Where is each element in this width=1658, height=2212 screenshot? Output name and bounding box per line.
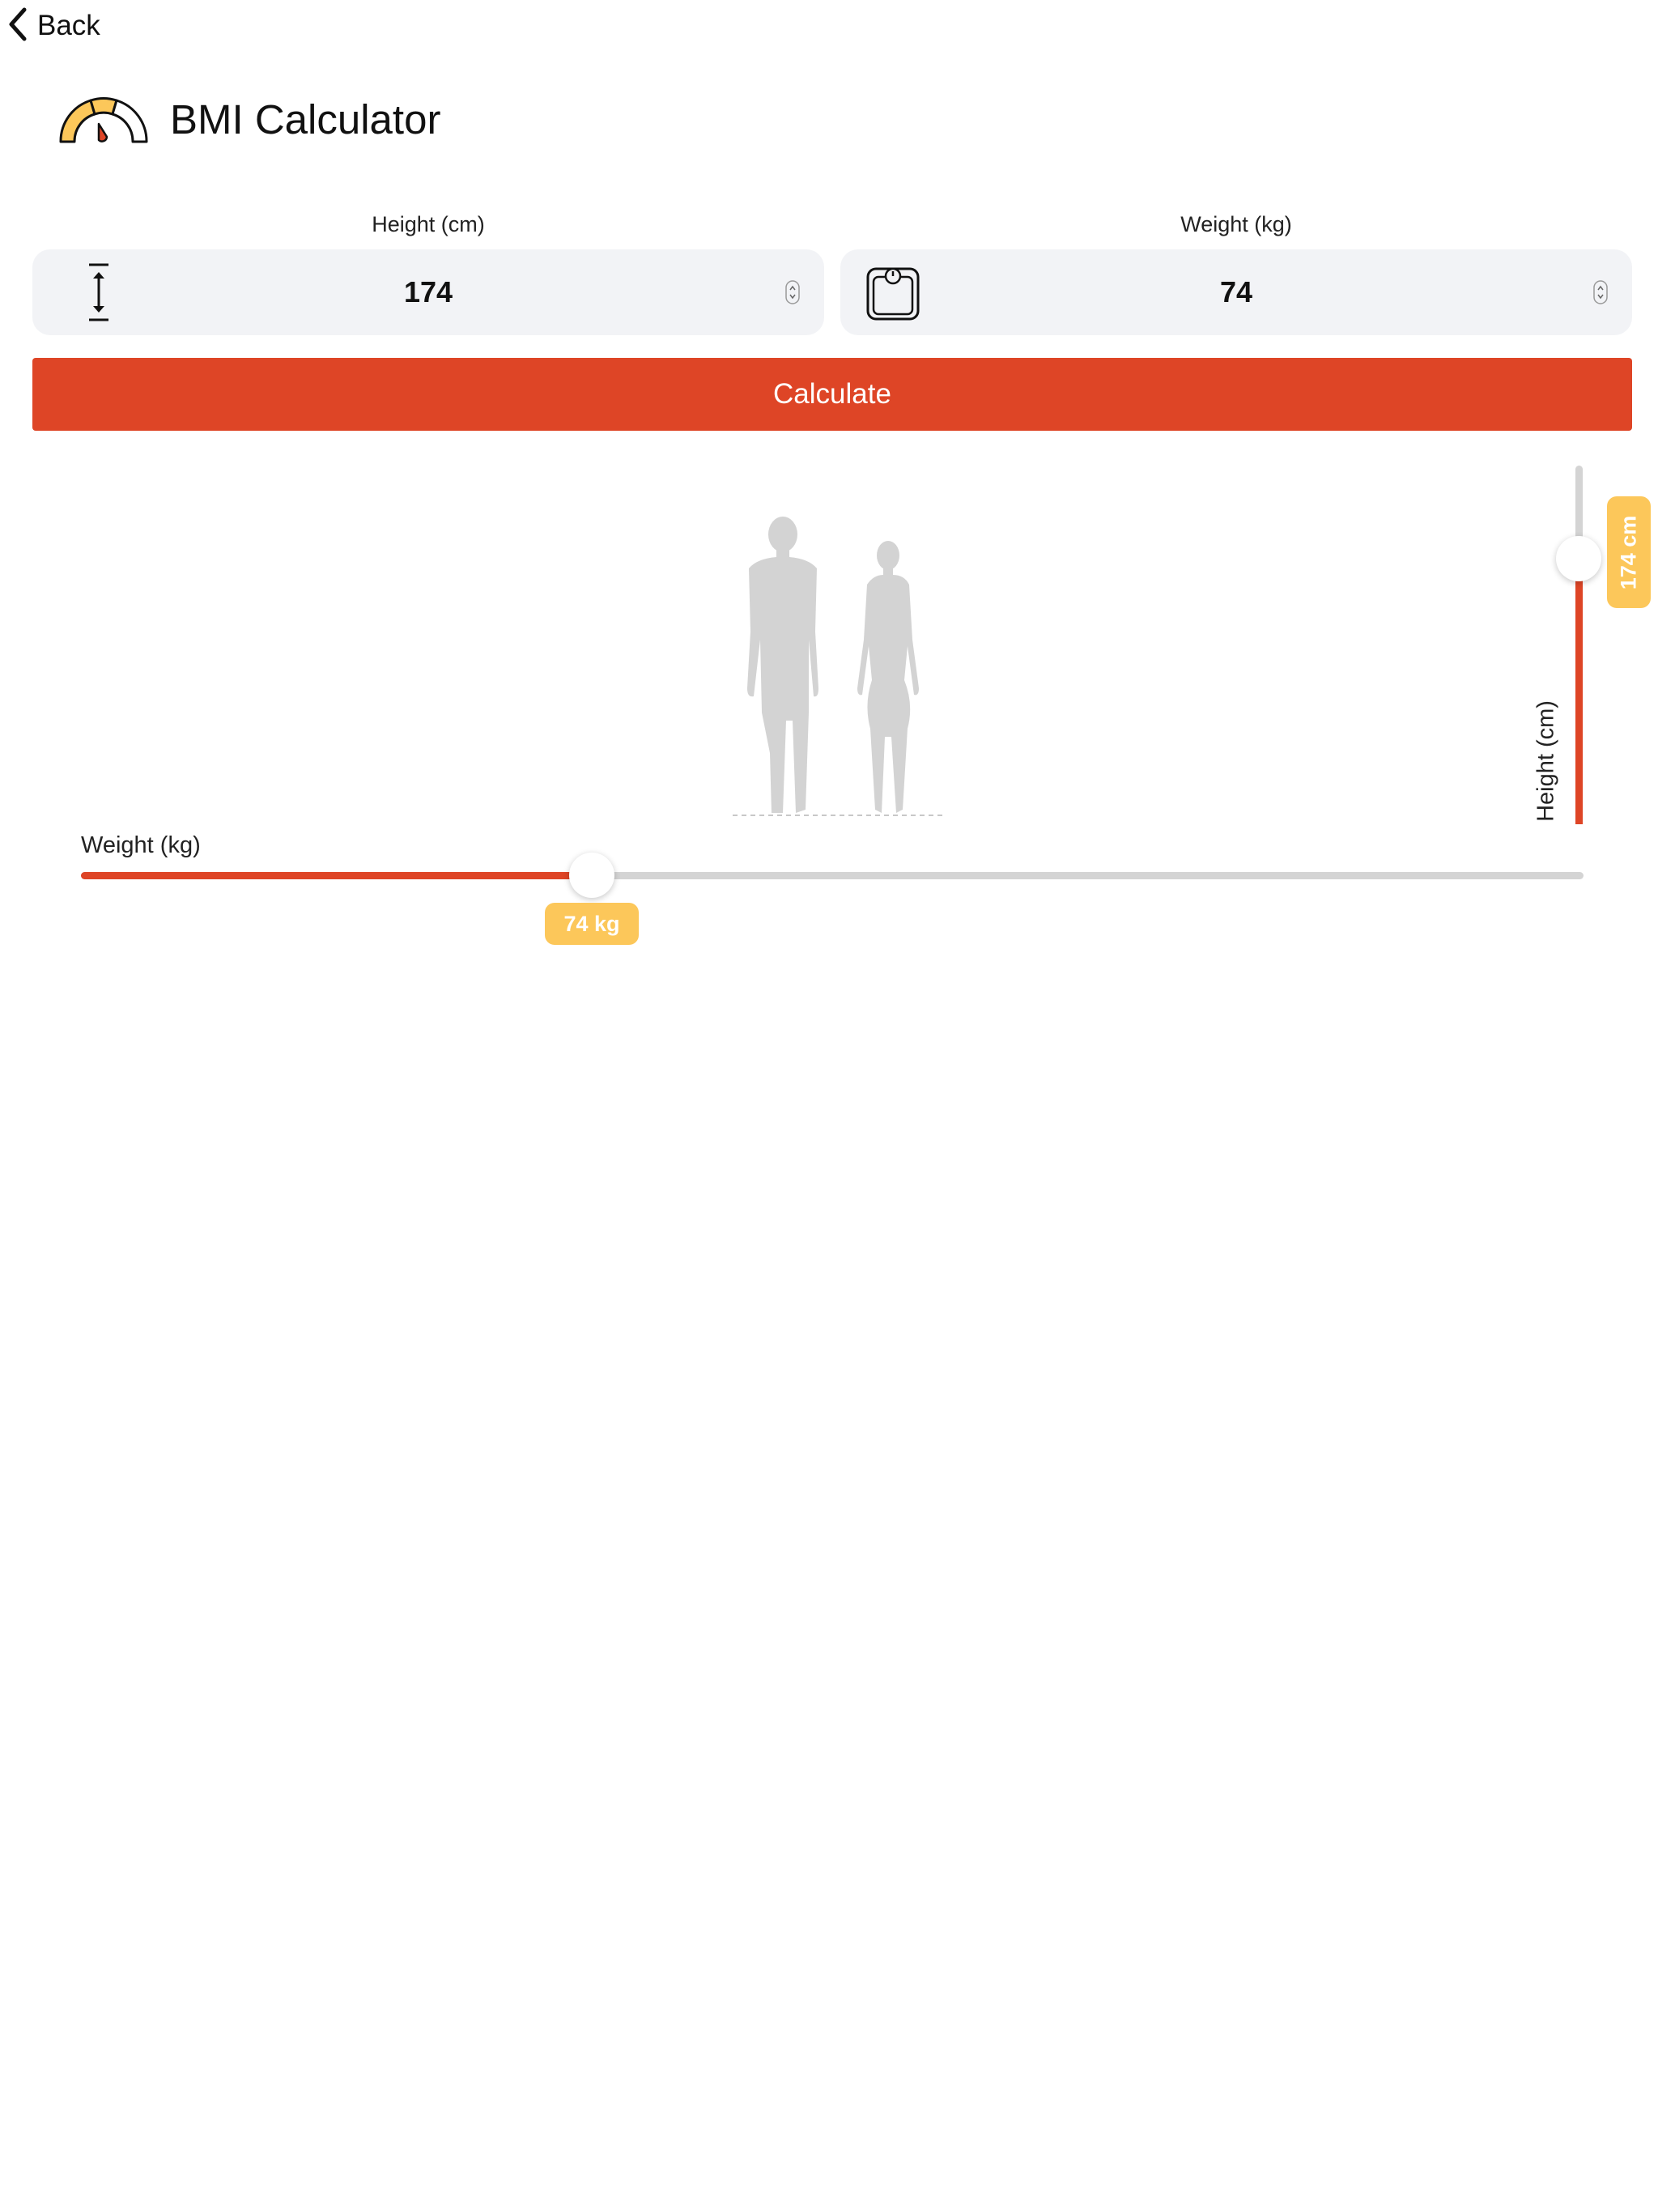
weight-stepper[interactable]	[1593, 280, 1608, 304]
height-arrow-icon	[70, 262, 126, 322]
chevron-left-icon	[6, 6, 29, 46]
height-slider-label-text: Height (cm)	[1533, 700, 1559, 822]
gauge-icon	[58, 91, 149, 147]
back-button[interactable]: Back	[6, 6, 100, 45]
weight-input-value[interactable]: 74	[937, 249, 1535, 335]
page-header: BMI Calculator	[58, 91, 440, 147]
height-input[interactable]: 174	[32, 249, 824, 335]
weight-field-label: Weight (kg)	[1180, 212, 1292, 236]
page-title: BMI Calculator	[170, 96, 441, 143]
scale-icon	[865, 266, 921, 325]
female-figure-icon	[857, 541, 919, 813]
weight-input[interactable]: 74	[840, 249, 1632, 335]
male-figure-icon	[747, 517, 818, 813]
weight-slider-fill	[81, 872, 593, 879]
height-slider-badge: 174 cm	[1607, 496, 1651, 608]
height-slider-fill	[1575, 559, 1583, 824]
weight-slider-badge: 74 kg	[545, 903, 640, 945]
back-label: Back	[37, 10, 100, 41]
weight-slider-handle[interactable]	[569, 853, 615, 898]
height-field-label: Height (cm)	[372, 212, 485, 236]
height-slider-handle[interactable]	[1556, 536, 1601, 582]
weight-slider-label: Weight (kg)	[81, 832, 201, 858]
height-input-value[interactable]: 174	[130, 249, 727, 335]
calculate-button[interactable]: Calculate	[32, 358, 1632, 431]
body-figures	[725, 510, 951, 818]
height-stepper[interactable]	[785, 280, 800, 304]
height-slider-badge-text: 174 cm	[1616, 515, 1641, 589]
